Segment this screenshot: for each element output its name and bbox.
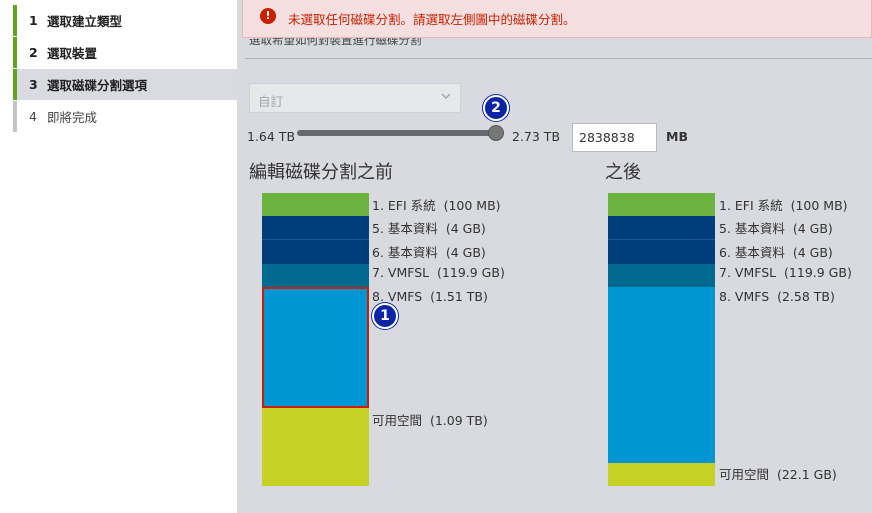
partition-label: 8. VMFS (2.58 TB) xyxy=(719,289,835,304)
partition-label: 5. 基本資料 (4 GB) xyxy=(719,221,833,236)
step-ready-to-complete[interactable]: 4 即將完成 xyxy=(13,101,237,132)
partition-vmfs-bar-selected[interactable] xyxy=(262,287,369,408)
partition-layout-select[interactable]: 自訂 xyxy=(249,83,461,113)
step-indicator xyxy=(13,101,17,132)
partition-efi-bar[interactable] xyxy=(262,193,369,216)
partition-basic-data-5-bar xyxy=(608,216,715,240)
free-space-bar xyxy=(608,463,715,486)
error-alert: ! 未選取任何磁碟分割。請選取左側圖中的磁碟分割。 xyxy=(242,0,872,38)
partition-vmfsl-bar[interactable] xyxy=(262,264,369,287)
step-label: 選取建立類型 xyxy=(47,14,123,29)
error-icon: ! xyxy=(260,8,276,24)
step-indicator xyxy=(13,37,17,68)
partition-label: 6. 基本資料 (4 GB) xyxy=(719,245,833,260)
free-space-bar[interactable] xyxy=(262,408,369,486)
callout-badge-2: 2 xyxy=(483,95,509,121)
partition-label: 6. 基本資料 (4 GB) xyxy=(372,245,486,260)
partition-label: 可用空間 (22.1 GB) xyxy=(719,467,837,482)
main-content: 選取希望如何對裝置進行磁碟分割 ! 未選取任何磁碟分割。請選取左側圖中的磁碟分割… xyxy=(237,0,872,513)
size-input[interactable] xyxy=(572,123,657,152)
partition-efi-bar xyxy=(608,193,715,216)
partition-basic-data-6-bar xyxy=(608,240,715,264)
partition-label: 可用空間 (1.09 TB) xyxy=(372,413,488,428)
partition-label: 7. VMFSL (119.9 GB) xyxy=(719,265,852,280)
partition-label: 7. VMFSL (119.9 GB) xyxy=(372,265,505,280)
chevron-down-icon xyxy=(441,93,451,99)
step-label: 即將完成 xyxy=(47,110,98,125)
step-indicator xyxy=(13,5,17,36)
step-number: 1 xyxy=(29,13,38,28)
partition-basic-data-6-bar[interactable] xyxy=(262,240,369,264)
after-heading: 之後 xyxy=(605,162,641,183)
step-partition-options[interactable]: 3 選取磁碟分割選項 xyxy=(13,69,237,100)
callout-badge-1: 1 xyxy=(372,303,398,329)
partition-basic-data-5-bar[interactable] xyxy=(262,216,369,240)
size-slider-handle[interactable] xyxy=(488,125,504,141)
partition-vmfsl-bar xyxy=(608,264,715,287)
size-slider-track[interactable] xyxy=(297,130,495,136)
partition-vmfs-bar xyxy=(608,287,715,463)
step-number: 3 xyxy=(29,77,38,92)
slider-min-label: 1.64 TB xyxy=(247,129,296,144)
wizard-sidebar: 1 選取建立類型 2 選取裝置 3 選取磁碟分割選項 4 即將完成 xyxy=(0,0,237,513)
step-select-creation-type[interactable]: 1 選取建立類型 xyxy=(13,5,237,36)
before-heading: 編輯磁碟分割之前 xyxy=(249,162,393,183)
step-indicator xyxy=(13,69,17,100)
alert-message: 未選取任何磁碟分割。請選取左側圖中的磁碟分割。 xyxy=(288,12,576,27)
step-select-device[interactable]: 2 選取裝置 xyxy=(13,37,237,68)
slider-max-label: 2.73 TB xyxy=(512,129,561,144)
partition-label: 5. 基本資料 (4 GB) xyxy=(372,221,486,236)
step-label: 選取裝置 xyxy=(47,46,98,61)
size-unit: MB xyxy=(666,129,688,144)
divider xyxy=(245,58,872,59)
partition-label: 1. EFI 系統 (100 MB) xyxy=(719,198,848,213)
step-label: 選取磁碟分割選項 xyxy=(47,78,148,93)
step-number: 4 xyxy=(29,109,37,124)
step-number: 2 xyxy=(29,45,38,60)
select-value: 自訂 xyxy=(258,94,284,109)
partition-label: 8. VMFS (1.51 TB) xyxy=(372,289,488,304)
partition-label: 1. EFI 系統 (100 MB) xyxy=(372,198,501,213)
